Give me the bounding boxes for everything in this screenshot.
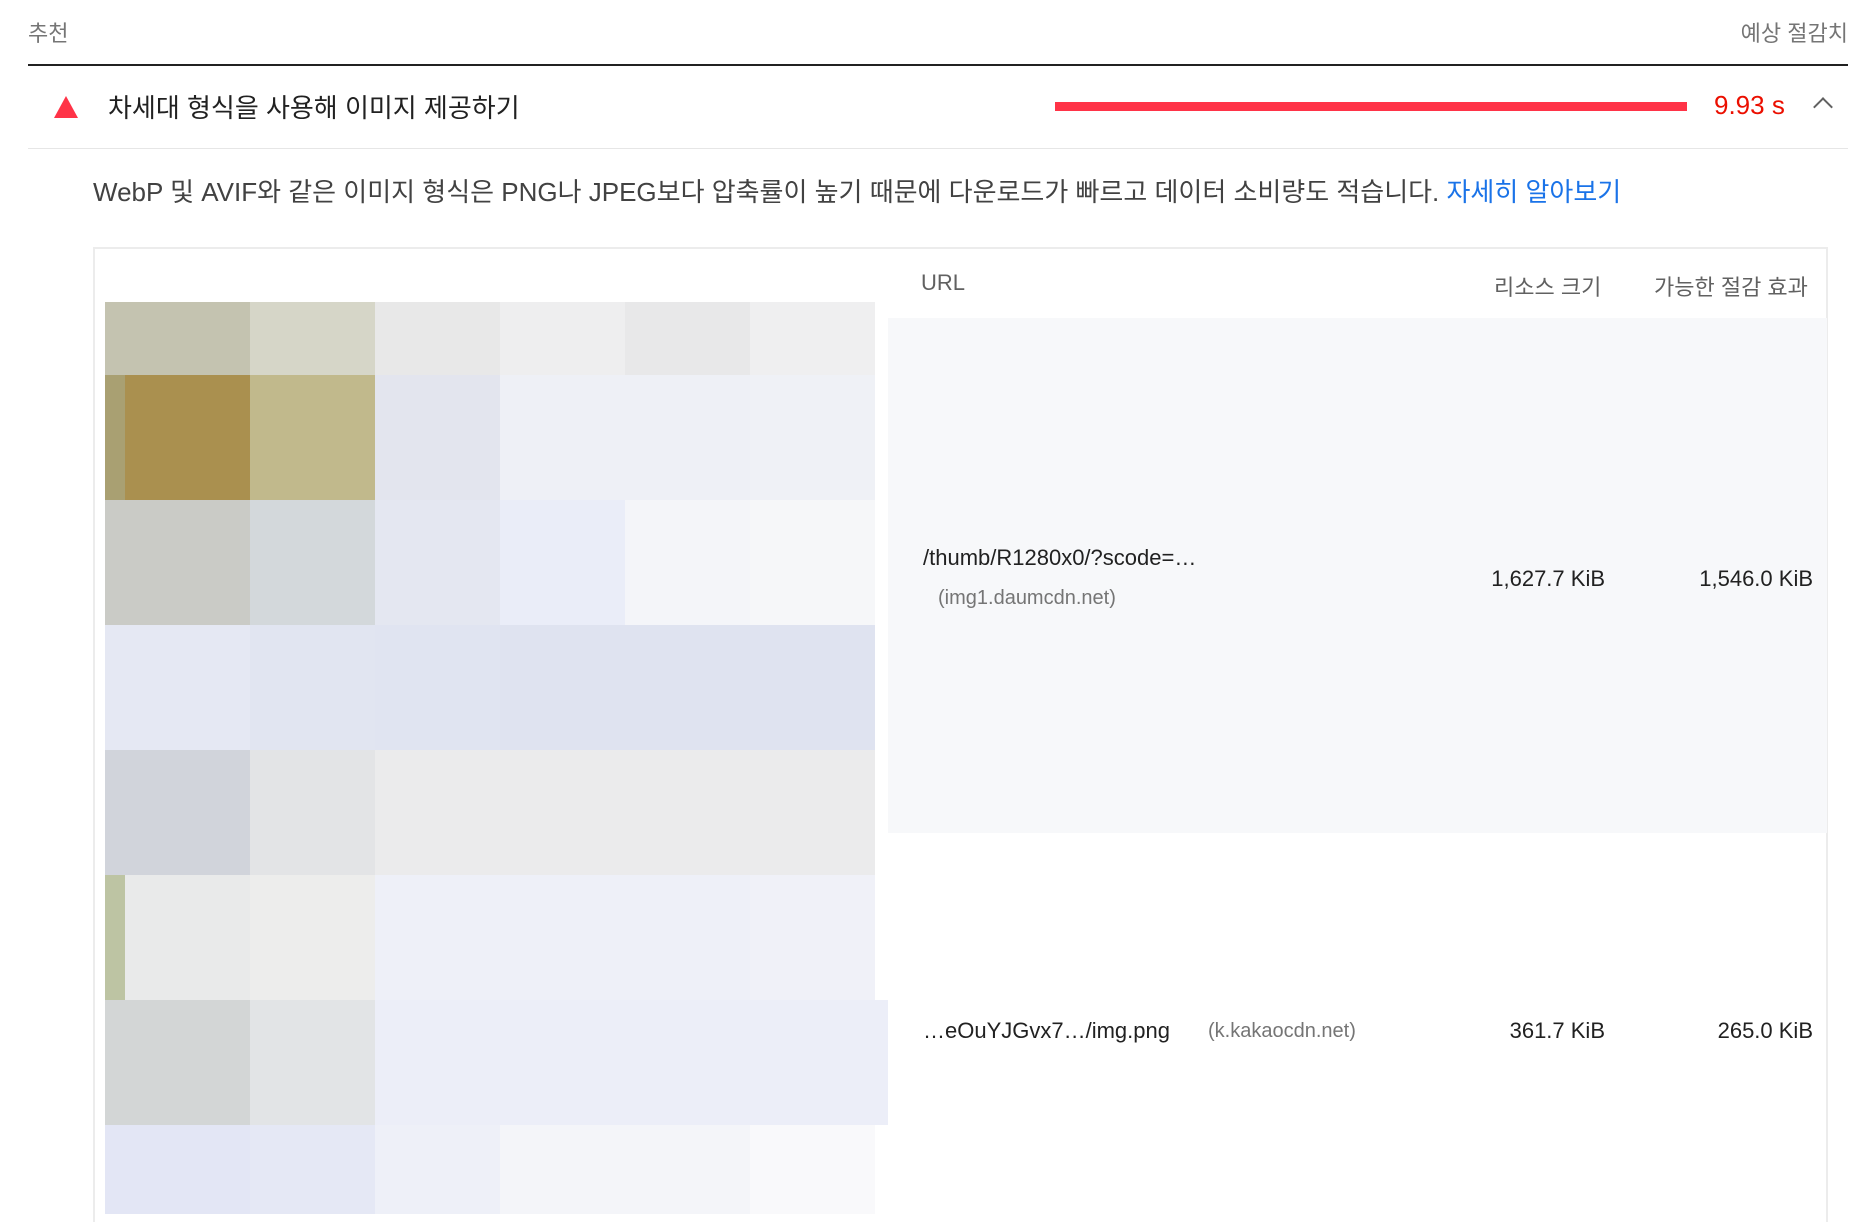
description-text: WebP 및 AVIF와 같은 이미지 형식은 PNG나 JPEG보다 압축률이… xyxy=(93,177,1447,207)
learn-more-link[interactable]: 자세히 알아보기 xyxy=(1447,177,1622,207)
row-potential-savings: 265.0 KiB xyxy=(1717,1018,1813,1043)
thumbnail-pixel-block xyxy=(105,375,125,500)
thumbnail-pixel-block xyxy=(875,500,888,625)
group-label: 추천 xyxy=(28,21,69,46)
thumbnail-pixel-block xyxy=(125,500,250,625)
row-resource-size: 361.7 KiB xyxy=(1509,1018,1605,1043)
thumbnail-pixel-block xyxy=(250,750,375,875)
thumbnail-pixel-block xyxy=(250,302,375,375)
column-header-url: URL xyxy=(921,270,966,295)
thumbnail-pixel-block xyxy=(500,375,625,500)
thumbnail-pixel-block xyxy=(125,302,250,375)
thumbnail-pixel-block xyxy=(250,625,375,750)
thumbnail-pixel-block xyxy=(625,1125,750,1214)
thumbnail-pixel-block xyxy=(875,625,888,750)
column-header-potential-savings: 가능한 절감 효과 xyxy=(1654,275,1808,300)
thumbnail-pixel-block xyxy=(125,750,250,875)
thumbnail-pixel-block xyxy=(125,1125,250,1214)
thumbnail-pixel-block xyxy=(375,750,500,875)
row-potential-savings: 1,546.0 KiB xyxy=(1699,566,1813,591)
thumbnail-pixel-block xyxy=(375,500,500,625)
thumbnail-pixel-block xyxy=(750,750,875,875)
thumbnail-pixel-block xyxy=(250,875,375,1000)
column-header-resource-size: 리소스 크기 xyxy=(1494,275,1602,300)
thumbnail-pixel-block xyxy=(250,375,375,500)
thumbnail-pixel-block xyxy=(750,625,875,750)
thumbnail-pixel-block xyxy=(105,1125,125,1214)
warning-triangle-icon xyxy=(54,96,78,118)
thumbnail-pixel-block xyxy=(875,1000,888,1125)
group-header: 추천 예상 절감치 xyxy=(28,0,1848,66)
thumbnail-pixel-block xyxy=(750,1125,875,1214)
audit-panel: 추천 예상 절감치 차세대 형식을 사용해 이미지 제공하기 9.93 s We… xyxy=(0,0,1864,1222)
thumbnail-pixel-block xyxy=(250,1125,375,1214)
thumbnail-pixel-block xyxy=(625,302,750,375)
row-host: (img1.daumcdn.net) xyxy=(938,587,1116,609)
thumbnail-pixel-block xyxy=(625,625,750,750)
thumbnail-pixel-block xyxy=(375,1125,500,1214)
thumbnail-pixel-block xyxy=(375,1000,500,1125)
savings-value: 9.93 s xyxy=(1714,90,1785,120)
thumbnail-pixel-block xyxy=(500,1125,625,1214)
thumbnail-pixel-block xyxy=(125,1000,250,1125)
thumbnail-pixel-block xyxy=(500,500,625,625)
thumbnail-pixel-block xyxy=(625,500,750,625)
audit-row-next-gen-images[interactable]: 차세대 형식을 사용해 이미지 제공하기 9.93 s xyxy=(28,66,1848,149)
thumbnail-pixel-block xyxy=(750,1000,875,1125)
thumbnail-pixel-block xyxy=(750,500,875,625)
thumbnail-pixel-block xyxy=(105,302,125,375)
thumbnail-pixel-block xyxy=(105,625,125,750)
thumbnail-pixel-block xyxy=(125,375,250,500)
row-url[interactable]: /thumb/R1280x0/?scode=… xyxy=(923,545,1196,571)
thumbnail-pixel-block xyxy=(375,375,500,500)
thumbnail-pixel-block xyxy=(625,750,750,875)
thumbnail-pixel-block xyxy=(105,500,125,625)
thumbnail-pixel-block xyxy=(875,302,888,375)
thumbnail-pixel-block xyxy=(625,1000,750,1125)
thumbnail-pixel-block xyxy=(875,375,888,500)
savings-column-label: 예상 절감치 xyxy=(1740,21,1848,46)
thumbnail-pixel-block xyxy=(500,302,625,375)
audit-title[interactable]: 차세대 형식을 사용해 이미지 제공하기 xyxy=(108,88,520,125)
thumbnail-pixel-block xyxy=(625,375,750,500)
thumbnail-pixel-block xyxy=(375,625,500,750)
thumbnail-pixel-block xyxy=(875,1125,888,1214)
chevron-up-icon[interactable] xyxy=(1813,97,1833,117)
thumbnail-pixel-block xyxy=(375,302,500,375)
thumbnail-pixel-block xyxy=(105,875,125,1000)
blurred-thumbnail-image xyxy=(105,302,888,1214)
thumbnail-pixel-block xyxy=(625,875,750,1000)
audit-description: WebP 및 AVIF와 같은 이미지 형식은 PNG나 JPEG보다 압축률이… xyxy=(93,172,1621,209)
thumbnail-pixel-block xyxy=(500,875,625,1000)
thumbnail-pixel-block xyxy=(500,1000,625,1125)
thumbnail-pixel-block xyxy=(750,375,875,500)
row-resource-size: 1,627.7 KiB xyxy=(1491,566,1605,591)
savings-bar xyxy=(1055,102,1687,111)
thumbnail-pixel-block xyxy=(125,625,250,750)
thumbnail-pixel-block xyxy=(875,750,888,875)
thumbnail-pixel-block xyxy=(750,302,875,375)
thumbnail-pixel-block xyxy=(375,875,500,1000)
thumbnail-pixel-block xyxy=(250,500,375,625)
row-url[interactable]: …eOuYJGvx7…/img.png xyxy=(923,1018,1170,1044)
row-host: (k.kakaocdn.net) xyxy=(1208,1020,1356,1042)
thumbnail-pixel-block xyxy=(750,875,875,1000)
thumbnail-pixel-block xyxy=(125,875,250,1000)
thumbnail-pixel-block xyxy=(105,750,125,875)
thumbnail-pixel-block xyxy=(875,875,888,1000)
thumbnail-pixel-block xyxy=(250,1000,375,1125)
thumbnail-pixel-block xyxy=(500,750,625,875)
thumbnail-pixel-block xyxy=(500,625,625,750)
thumbnail-pixel-block xyxy=(105,1000,125,1125)
